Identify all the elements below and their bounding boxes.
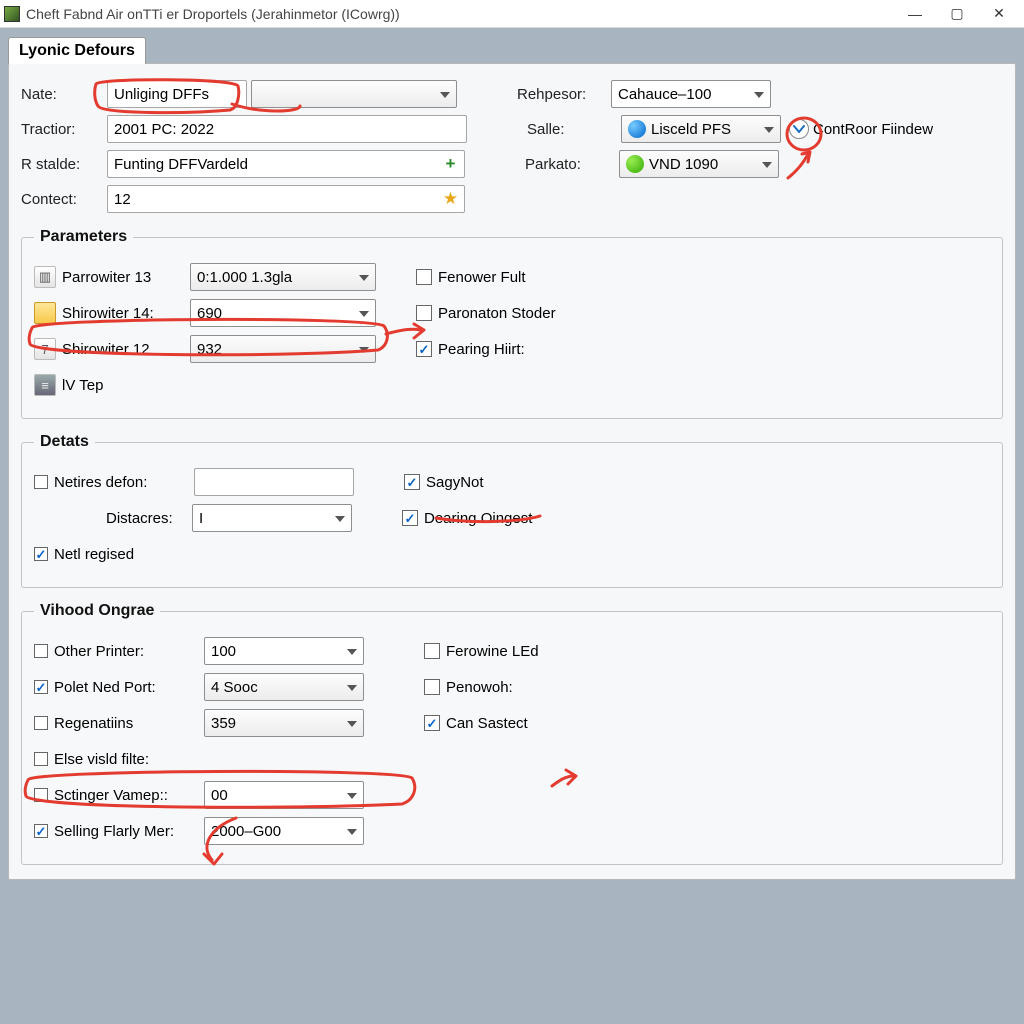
scunger-label: Sctinger Vamep::: [54, 787, 204, 804]
paronaton-label: Paronaton Stoder: [438, 305, 556, 322]
rstalde-label: R stalde:: [21, 156, 107, 173]
detats-legend: Detats: [34, 433, 95, 451]
close-button[interactable]: ✕: [978, 1, 1020, 27]
list-icon: ≡: [34, 374, 56, 396]
vihood-legend: Vihood Ongrae: [34, 602, 160, 620]
controor-label: ContRoor Fiindew: [813, 121, 933, 138]
paronaton-checkbox[interactable]: [416, 305, 432, 321]
tractior-field[interactable]: 2001 PC: 2022: [107, 115, 467, 143]
currency-icon: [626, 155, 644, 173]
rstalde-field[interactable]: Funting DFFVardeld: [107, 150, 437, 178]
ferowine-checkbox[interactable]: [424, 643, 440, 659]
cansastect-checkbox[interactable]: ✓: [424, 715, 440, 731]
fenower-checkbox[interactable]: [416, 269, 432, 285]
selling-dropdown[interactable]: 2000–G00: [204, 817, 364, 845]
netires-label: Netires defon:: [54, 474, 194, 491]
polet-checkbox[interactable]: ✓: [34, 680, 48, 694]
selling-checkbox[interactable]: ✓: [34, 824, 48, 838]
sagynot-label: SagyNot: [426, 474, 484, 491]
cansastect-label: Can Sastect: [446, 715, 528, 732]
param3-label: Shirowiter 12: [62, 341, 190, 358]
penowoh-checkbox[interactable]: [424, 679, 440, 695]
distacres-dropdown[interactable]: I: [192, 504, 352, 532]
fenower-label: Fenower Fult: [438, 269, 526, 286]
else-checkbox[interactable]: [34, 752, 48, 766]
other-printer-checkbox[interactable]: [34, 644, 48, 658]
nate-field[interactable]: Unliging DFFs: [107, 80, 247, 108]
other-printer-label: Other Printer:: [54, 643, 204, 660]
parameters-legend: Parameters: [34, 228, 133, 246]
tab-lyonic-defours[interactable]: Lyonic Defours: [8, 37, 146, 64]
selling-label: Selling Flarly Mer:: [54, 823, 204, 840]
polet-dropdown[interactable]: 4 Sooc: [204, 673, 364, 701]
main-panel: Nate: Unliging DFFs Rehpesor: Cahauce–10…: [8, 63, 1016, 880]
pearing-label: Pearing Hiirt:: [438, 341, 525, 358]
salle-dropdown[interactable]: Lisceld PFS: [621, 115, 781, 143]
distacres-label: Distacres:: [106, 510, 192, 527]
globe-icon: [628, 120, 646, 138]
param1-dropdown[interactable]: 0:1.000 1.3gla: [190, 263, 376, 291]
parkato-label: Parkato:: [525, 156, 619, 173]
netl-checkbox[interactable]: ✓: [34, 547, 48, 561]
minimize-button[interactable]: —: [894, 1, 936, 27]
lvtep-label: lV Tep: [62, 377, 103, 394]
scunger-checkbox[interactable]: [34, 788, 48, 802]
netires-checkbox[interactable]: [34, 475, 48, 489]
dearing-label: Dearing Oingest: [424, 510, 532, 527]
netl-label: Netl regised: [54, 546, 134, 563]
ferowine-label: Ferowine LEd: [446, 643, 539, 660]
app-icon: [4, 6, 20, 22]
polet-label: Polet Ned Port:: [54, 679, 204, 696]
param2-label: Shirowiter 14:: [62, 305, 190, 322]
nate-label: Nate:: [21, 86, 107, 103]
contect-star-button[interactable]: ★: [437, 185, 465, 213]
tractior-label: Tractior:: [21, 121, 107, 138]
regen-dropdown[interactable]: 359: [204, 709, 364, 737]
salle-label: Salle:: [527, 121, 621, 138]
rehpesor-label: Rehpesor:: [517, 86, 611, 103]
window-title: Cheft Fabnd Air onTTi er Droportels (Jer…: [26, 6, 894, 22]
parkato-dropdown[interactable]: VND 1090: [619, 150, 779, 178]
rehpesor-dropdown[interactable]: Cahauce–100: [611, 80, 771, 108]
regen-label: Regenatiins: [54, 715, 204, 732]
else-label: Else visld filte:: [54, 751, 204, 768]
dearing-checkbox[interactable]: ✓: [402, 510, 418, 526]
rstalde-add-button[interactable]: +: [437, 150, 465, 178]
sagynot-checkbox[interactable]: ✓: [404, 474, 420, 490]
maximize-button[interactable]: ▢: [936, 1, 978, 27]
param3-dropdown[interactable]: 932: [190, 335, 376, 363]
window-titlebar: Cheft Fabnd Air onTTi er Droportels (Jer…: [0, 0, 1024, 28]
param1-label: Parrowiter 13: [62, 269, 190, 286]
param2-dropdown[interactable]: 690: [190, 299, 376, 327]
salle-value: Lisceld PFS: [651, 121, 731, 138]
penowoh-label: Penowoh:: [446, 679, 513, 696]
other-printer-dropdown[interactable]: 100: [204, 637, 364, 665]
contect-label: Contect:: [21, 191, 107, 208]
pearing-checkbox[interactable]: ✓: [416, 341, 432, 357]
vihood-group: Vihood Ongrae Other Printer: 100 Ferowin…: [21, 602, 1003, 865]
folder-icon: [34, 302, 56, 324]
controor-toggle[interactable]: [789, 119, 809, 139]
contect-field[interactable]: 12: [107, 185, 437, 213]
netires-field[interactable]: [194, 468, 354, 496]
detats-group: Detats Netires defon: ✓ SagyNot Distacre…: [21, 433, 1003, 588]
parameters-group: Parameters ▥ Parrowiter 13 0:1.000 1.3gl…: [21, 228, 1003, 419]
regen-checkbox[interactable]: [34, 716, 48, 730]
nate-dropdown[interactable]: [251, 80, 457, 108]
doc-icon: ▥: [34, 266, 56, 288]
scunger-dropdown[interactable]: 00: [204, 781, 364, 809]
parkato-value: VND 1090: [649, 156, 718, 173]
doc2-icon: 7: [34, 338, 56, 360]
